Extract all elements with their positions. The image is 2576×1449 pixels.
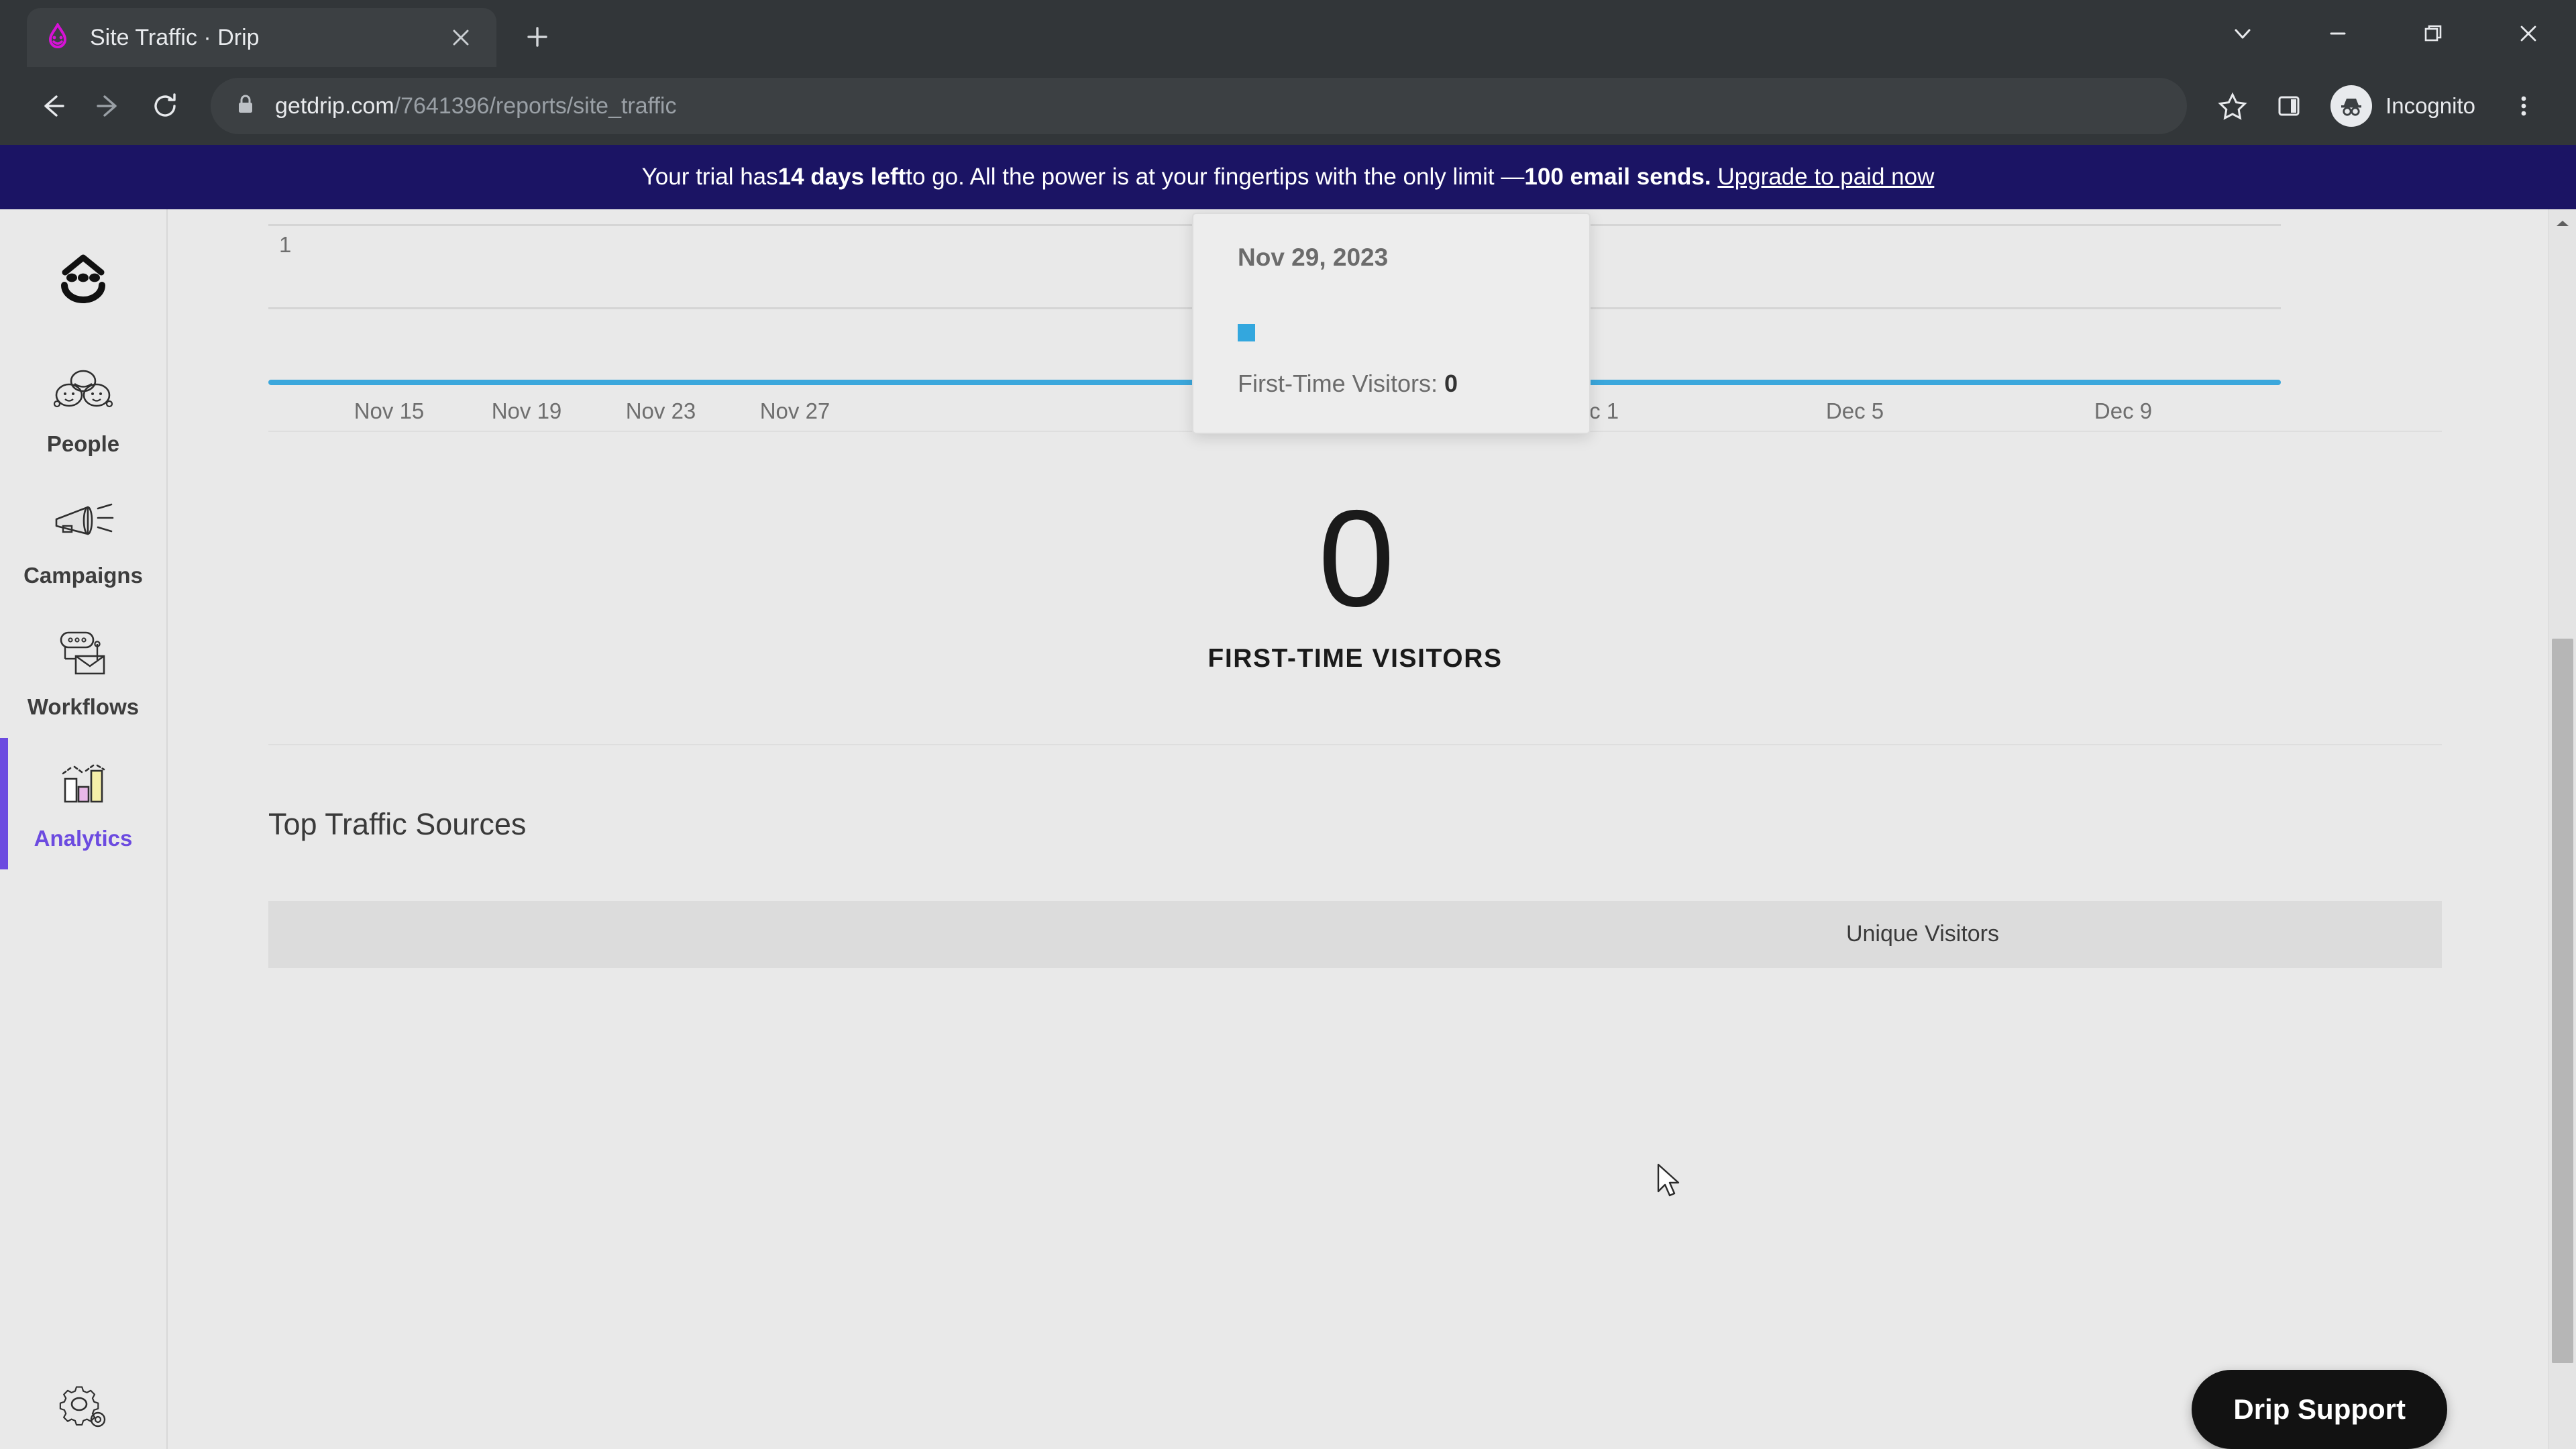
table-header-row: Unique Visitors [268, 900, 2442, 968]
column-header-unique-visitors: Unique Visitors [1845, 921, 1999, 947]
tooltip-series-swatch [1238, 324, 1255, 341]
x-axis-tick-label: Nov 27 [759, 398, 830, 423]
page-title: Top Traffic Sources [268, 806, 527, 841]
workflow-chat-envelope-icon [52, 625, 115, 682]
trial-banner: Your trial has 14 days left to go. All t… [0, 145, 2576, 209]
banner-text-before: Your trial has [641, 164, 778, 190]
three-dot-menu-icon[interactable] [2496, 78, 2552, 134]
banner-days-left: 14 days left [777, 164, 906, 190]
y-axis-tick-label: 1 [279, 232, 292, 257]
tab-close-button[interactable] [441, 18, 480, 57]
drip-logo-icon[interactable] [0, 209, 166, 343]
people-icon [52, 362, 114, 419]
x-axis-tick-label: Dec 5 [1825, 398, 1884, 423]
chart-tooltip: Nov 29, 2023 First-Time Visitors: 0 [1192, 213, 1591, 434]
first-time-visitors-stat: 0 FIRST-TIME VISITORS [168, 432, 2542, 744]
sidebar: People Campaigns Workflows Analytics [0, 209, 168, 1449]
main-content: 1 Nov 15 Nov 19 Nov 23 Nov 27 Dec 1 Dec … [168, 209, 2576, 1449]
sidebar-item-label: Analytics [34, 826, 133, 851]
side-panel-icon[interactable] [2261, 78, 2317, 134]
banner-email-sends: 100 email sends. [1524, 164, 1711, 190]
browser-toolbar: getdrip.com/7641396/reports/site_traffic [0, 67, 2576, 145]
x-axis-tick-label: Nov 19 [491, 398, 562, 423]
app-body: People Campaigns Workflows Analytics 1 N… [0, 209, 2576, 1449]
profile-incognito-button[interactable]: Incognito [2324, 78, 2496, 134]
sidebar-item-people[interactable]: People [0, 343, 166, 475]
minimize-button[interactable] [2290, 0, 2385, 67]
stat-value: 0 [1318, 482, 1395, 635]
content-inner: 1 Nov 15 Nov 19 Nov 23 Nov 27 Dec 1 Dec … [168, 209, 2542, 968]
incognito-hat-icon [2330, 85, 2373, 127]
drip-smiley-icon [43, 22, 72, 52]
scroll-up-button[interactable] [2548, 209, 2576, 237]
site-traffic-chart[interactable]: 1 Nov 15 Nov 19 Nov 23 Nov 27 Dec 1 Dec … [168, 209, 2542, 434]
address-bar[interactable]: getdrip.com/7641396/reports/site_traffic [211, 78, 2188, 134]
new-tab-button[interactable] [511, 11, 564, 63]
traffic-sources-table: Unique Visitors [268, 900, 2442, 968]
url-text: getdrip.com/7641396/reports/site_traffic [275, 93, 677, 119]
tab-title: Site Traffic · Drip [90, 24, 260, 50]
upgrade-to-paid-link[interactable]: Upgrade to paid now [1717, 164, 1934, 191]
top-traffic-sources-section: Top Traffic Sources Unique Visitors [168, 745, 2542, 968]
tooltip-series-label: First-Time Visitors: [1238, 370, 1445, 397]
x-axis-tick-label: Nov 23 [625, 398, 696, 423]
sidebar-item-workflows[interactable]: Workflows [0, 606, 166, 738]
lock-icon [233, 93, 258, 120]
profile-label: Incognito [2385, 93, 2475, 118]
vertical-scrollbar[interactable] [2548, 209, 2576, 1449]
sidebar-item-analytics[interactable]: Analytics [0, 738, 166, 869]
x-axis-tick-label: Dec 9 [2094, 398, 2153, 423]
tab-search-button[interactable] [2195, 0, 2290, 67]
window-controls [2195, 0, 2576, 67]
sidebar-item-label: Campaigns [23, 563, 143, 588]
x-axis-tick-label: Nov 15 [354, 398, 425, 423]
banner-text-middle: to go. All the power is at your fingerti… [906, 164, 1525, 190]
forward-arrow-icon[interactable] [80, 78, 137, 134]
maximize-button[interactable] [2385, 0, 2481, 67]
star-icon[interactable] [2204, 78, 2261, 134]
browser-chrome: Site Traffic · Drip getdrip.com/7641396/… [0, 0, 2576, 145]
tooltip-series-value: 0 [1444, 370, 1458, 397]
back-arrow-icon[interactable] [24, 78, 80, 134]
vertical-scrollbar-thumb[interactable] [2552, 639, 2573, 1363]
tooltip-date: Nov 29, 2023 [1238, 244, 1389, 271]
bar-chart-icon [54, 756, 112, 814]
stat-label: FIRST-TIME VISITORS [1208, 643, 1503, 673]
tooltip-series-row: First-Time Visitors: 0 [1238, 370, 1589, 398]
megaphone-icon [51, 493, 115, 551]
gear-icon [55, 1379, 113, 1436]
sidebar-item-label: Workflows [27, 694, 140, 719]
tab-strip: Site Traffic · Drip [0, 0, 2576, 67]
url-domain: getdrip.com [275, 93, 394, 119]
reload-icon[interactable] [137, 78, 193, 134]
sidebar-item-campaigns[interactable]: Campaigns [0, 475, 166, 606]
close-window-button[interactable] [2481, 0, 2576, 67]
sidebar-item-label: People [46, 431, 120, 456]
url-path: /7641396/reports/site_traffic [394, 93, 677, 119]
drip-support-button[interactable]: Drip Support [2192, 1370, 2447, 1449]
mouse-pointer-icon [1656, 1163, 1685, 1204]
sidebar-item-settings[interactable]: Settings [0, 1360, 168, 1449]
browser-tab[interactable]: Site Traffic · Drip [27, 8, 496, 67]
